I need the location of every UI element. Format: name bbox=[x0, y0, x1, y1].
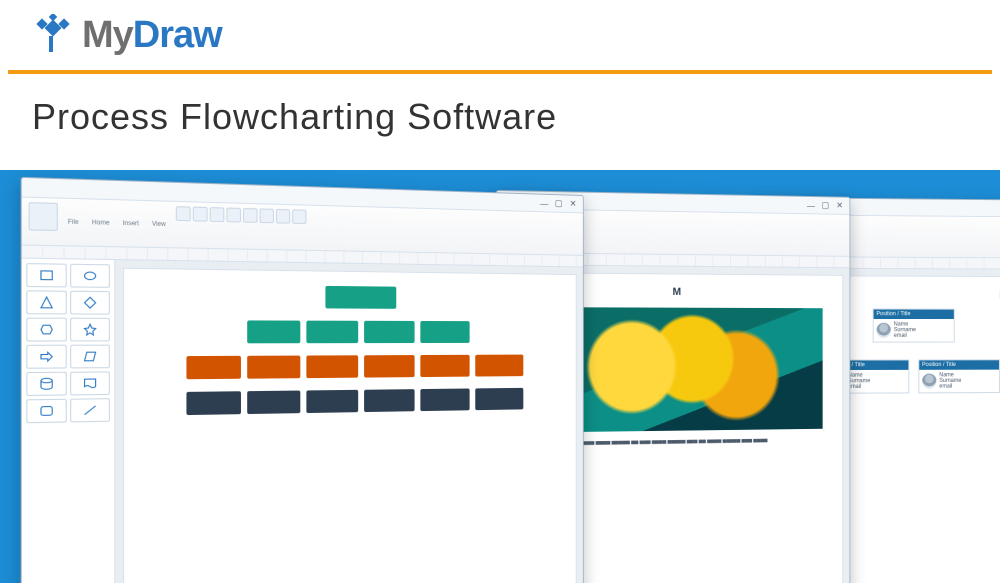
logo-icon bbox=[32, 14, 74, 56]
shapes-panel bbox=[22, 259, 116, 583]
ribbon-tab[interactable]: Insert bbox=[119, 220, 142, 227]
org-node[interactable] bbox=[475, 355, 523, 377]
shape-triangle-icon[interactable] bbox=[26, 290, 66, 314]
org-node[interactable] bbox=[364, 389, 415, 412]
org-node[interactable] bbox=[475, 388, 523, 410]
org-node[interactable] bbox=[247, 356, 300, 379]
org-card-title: Position / Title bbox=[874, 310, 954, 320]
tagline: Process Flowcharting Software bbox=[0, 74, 1000, 166]
ribbon-button[interactable] bbox=[192, 207, 207, 222]
org-node[interactable] bbox=[247, 320, 300, 343]
org-node[interactable] bbox=[306, 355, 358, 378]
org-node[interactable] bbox=[247, 391, 300, 415]
ribbon-button[interactable] bbox=[292, 209, 306, 224]
shape-line-icon[interactable] bbox=[70, 398, 110, 422]
org-node[interactable] bbox=[420, 321, 469, 343]
ribbon-tab[interactable]: View bbox=[149, 221, 169, 228]
shape-star-icon[interactable] bbox=[70, 318, 110, 342]
org-node[interactable] bbox=[306, 321, 358, 344]
brand-text: MyDraw bbox=[82, 14, 222, 57]
ribbon-button[interactable] bbox=[29, 202, 58, 231]
header: MyDraw bbox=[0, 0, 1000, 70]
org-node[interactable] bbox=[186, 391, 241, 415]
shape-roundrect-icon[interactable] bbox=[26, 399, 66, 424]
org-card[interactable]: Position / Title Name Surname email bbox=[918, 359, 999, 393]
org-card-email: email bbox=[939, 384, 961, 390]
avatar-icon bbox=[876, 323, 891, 338]
ribbon-button[interactable] bbox=[259, 208, 273, 223]
brand-prefix: My bbox=[82, 14, 133, 56]
shape-cyl-icon[interactable] bbox=[26, 372, 66, 396]
shape-ellipse-icon[interactable] bbox=[70, 264, 110, 288]
org-node[interactable] bbox=[325, 286, 396, 309]
shape-diamond-icon[interactable] bbox=[70, 291, 110, 315]
window-max-icon[interactable]: ▢ bbox=[554, 198, 563, 209]
app-window-orgchart: — ▢ ✕ File Home Insert View bbox=[21, 177, 584, 583]
ribbon-tab[interactable]: File bbox=[65, 219, 82, 226]
org-card-email: email bbox=[848, 384, 870, 390]
org-card-email: email bbox=[894, 333, 916, 339]
org-node[interactable] bbox=[420, 388, 469, 411]
shape-parallelogram-icon[interactable] bbox=[70, 345, 110, 369]
org-card[interactable]: Position / Title Name Surname email bbox=[873, 309, 955, 343]
org-node[interactable] bbox=[186, 356, 241, 379]
ribbon-button[interactable] bbox=[276, 209, 290, 224]
org-node[interactable] bbox=[364, 355, 415, 378]
window-close-icon[interactable]: ✕ bbox=[835, 200, 844, 211]
ribbon-button[interactable] bbox=[175, 206, 190, 221]
shape-doc-icon[interactable] bbox=[70, 371, 110, 395]
window-min-icon[interactable]: — bbox=[540, 198, 549, 208]
shape-rect-icon[interactable] bbox=[26, 263, 66, 287]
window-close-icon[interactable]: ✕ bbox=[569, 198, 578, 209]
ribbon-tab[interactable]: Home bbox=[89, 219, 113, 226]
drawing-canvas[interactable] bbox=[124, 269, 576, 583]
work-area bbox=[22, 259, 583, 583]
brand-suffix: Draw bbox=[133, 14, 222, 56]
org-node[interactable] bbox=[306, 390, 358, 413]
org-node[interactable] bbox=[364, 321, 415, 343]
ribbon-button[interactable] bbox=[226, 208, 241, 223]
org-node[interactable] bbox=[420, 355, 469, 377]
ribbon-button[interactable] bbox=[243, 208, 257, 223]
hero-stage: — ▢ ✕ File Home Insert View bbox=[0, 170, 1000, 583]
orgchart-diagram bbox=[139, 284, 563, 583]
shape-hex-icon[interactable] bbox=[26, 318, 66, 342]
ribbon-button[interactable] bbox=[209, 207, 224, 222]
org-card-title: Position / Title bbox=[919, 360, 999, 370]
window-max-icon[interactable]: ▢ bbox=[821, 200, 830, 211]
logo: MyDraw bbox=[32, 14, 222, 57]
shape-arrow-icon[interactable] bbox=[26, 345, 66, 369]
window-min-icon[interactable]: — bbox=[806, 200, 815, 210]
avatar-icon bbox=[922, 374, 937, 389]
